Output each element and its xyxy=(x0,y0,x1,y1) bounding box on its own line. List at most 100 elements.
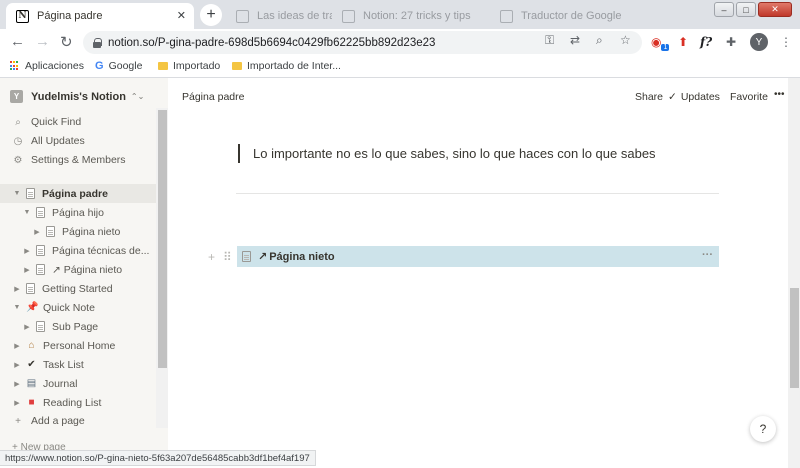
page-favicon-icon xyxy=(342,9,355,23)
sidebar-settings[interactable]: ⚙ Settings & Members xyxy=(12,154,126,166)
back-icon[interactable]: ← xyxy=(10,33,25,50)
browser-tab-strip: N Página padre ✕ + Las ideas de trabajo … xyxy=(0,0,800,29)
help-button[interactable]: ? xyxy=(750,416,776,442)
close-tab-icon[interactable]: ✕ xyxy=(177,9,186,22)
sidebar-page-tecnicas[interactable]: ▶ Página técnicas de... xyxy=(0,241,156,260)
profile-avatar[interactable]: Y xyxy=(750,33,768,51)
updates-button[interactable]: ✓ Updates xyxy=(668,91,720,103)
lock-icon xyxy=(93,38,102,48)
zoom-icon[interactable]: ⌕ xyxy=(596,33,603,48)
checkmark-icon: ✔ xyxy=(27,359,36,370)
sidebar-page-journal[interactable]: ▶ ▤ Journal xyxy=(0,374,156,393)
folder-icon xyxy=(158,62,168,70)
sidebar-add-page[interactable]: + Add a page xyxy=(12,415,85,427)
breadcrumb[interactable]: Página padre xyxy=(182,91,244,103)
expanded-triangle-icon[interactable]: ▼ xyxy=(12,190,22,197)
collapsed-triangle-icon[interactable]: ▶ xyxy=(12,380,22,388)
sidebar-scrollbar-thumb[interactable] xyxy=(158,110,167,368)
maximize-window-button[interactable]: □ xyxy=(736,2,756,17)
sidebar-page-label: Página padre xyxy=(42,187,108,200)
extension-badge-count: 1 xyxy=(661,44,670,52)
forward-icon[interactable]: → xyxy=(35,33,50,50)
bookmark-label: Aplicaciones xyxy=(25,60,84,72)
page-icon xyxy=(26,188,35,199)
notion-page: Página padre Share ✓ Updates Favorite ••… xyxy=(168,78,800,468)
page-scrollbar-track[interactable] xyxy=(788,78,800,468)
collapsed-triangle-icon[interactable]: ▶ xyxy=(32,228,42,236)
sidebar-page-task-list[interactable]: ▶ ✔ Task List xyxy=(0,355,156,374)
page-icon xyxy=(36,321,45,332)
divider-block xyxy=(236,193,719,194)
workspace-badge: Y xyxy=(10,90,23,103)
bookmark-google[interactable]: G Google xyxy=(95,60,142,72)
expanded-triangle-icon[interactable]: ▼ xyxy=(12,304,22,311)
sidebar-page-pagina-padre[interactable]: ▼ Página padre xyxy=(0,184,156,203)
extension-badge-icon[interactable]: ◉ 1 xyxy=(651,35,670,52)
page-favicon-icon xyxy=(500,9,513,23)
reload-icon[interactable]: ↻ xyxy=(60,33,73,51)
sidebar-page-pagina-nieto[interactable]: ▶ Página nieto xyxy=(0,222,156,241)
browser-toolbar: ← → ↻ notion.so/P-gina-padre-698d5b6694c… xyxy=(0,29,800,56)
bookmark-label: Google xyxy=(108,60,143,72)
add-block-icon[interactable]: + xyxy=(208,250,215,264)
extension-icon[interactable]: ⬆ xyxy=(678,35,688,49)
sidebar-page-reading-list[interactable]: ▶ ■ Reading List xyxy=(0,393,156,412)
clock-icon: ◷ xyxy=(13,135,23,147)
close-window-button[interactable]: ✕ xyxy=(758,2,792,17)
page-icon xyxy=(36,207,45,218)
collapsed-triangle-icon[interactable]: ▶ xyxy=(12,399,22,407)
drag-handle-icon[interactable]: ⠿ xyxy=(223,250,232,264)
page-topbar: Página padre Share ✓ Updates Favorite ••… xyxy=(168,78,788,116)
sidebar-page-label: Journal xyxy=(43,377,78,390)
house-icon: ⌂ xyxy=(28,340,35,351)
page-icon xyxy=(46,226,55,237)
translate-icon[interactable]: ⇄ xyxy=(570,33,580,47)
share-button[interactable]: Share xyxy=(635,91,663,103)
address-bar[interactable]: notion.so/P-gina-padre-698d5b6694c0429fb… xyxy=(83,31,642,54)
link-block-title: Página nieto xyxy=(269,250,335,263)
new-tab-button[interactable]: + xyxy=(200,4,222,26)
collapsed-triangle-icon[interactable]: ▶ xyxy=(12,285,22,293)
page-scrollbar-thumb[interactable] xyxy=(790,288,799,388)
block-more-icon[interactable]: ··· xyxy=(702,249,713,261)
sidebar-page-getting-started[interactable]: ▶ Getting Started xyxy=(0,279,156,298)
expanded-triangle-icon[interactable]: ▼ xyxy=(22,209,32,216)
collapsed-triangle-icon[interactable]: ▶ xyxy=(12,361,22,369)
tab-inactive-2[interactable]: Notion: 27 tricks y tips xyxy=(334,3,484,29)
bookmark-folder-importado[interactable]: Importado xyxy=(158,60,220,72)
more-options-icon[interactable]: ••• xyxy=(774,89,785,100)
link-to-page-block[interactable]: ↗ Página nieto ··· xyxy=(237,246,719,267)
quote-block[interactable]: Lo importante no es lo que sabes, sino l… xyxy=(253,146,656,161)
bookmarks-bar: Aplicaciones G Google Importado Importad… xyxy=(0,56,800,78)
sidebar-page-sub-page[interactable]: ▶ Sub Page xyxy=(0,317,156,336)
tab-pagina-padre[interactable]: N Página padre ✕ xyxy=(6,3,194,29)
puzzle-extensions-icon[interactable]: ✚ xyxy=(726,35,736,49)
collapsed-triangle-icon[interactable]: ▶ xyxy=(12,342,22,350)
key-icon[interactable]: ⚿ xyxy=(545,33,554,48)
sidebar-link-label: All Updates xyxy=(31,135,85,147)
sidebar-page-personal-home[interactable]: ▶ ⌂ Personal Home xyxy=(0,336,156,355)
bookmark-folder-importado-inter[interactable]: Importado de Inter... xyxy=(232,60,341,72)
tab-inactive-1[interactable]: Las ideas de trabajo xyxy=(228,3,332,29)
collapsed-triangle-icon[interactable]: ▶ xyxy=(22,323,32,331)
formula-extension-icon[interactable]: f? xyxy=(700,35,712,49)
checkmark-icon: ✓ xyxy=(668,91,677,103)
tab-inactive-3[interactable]: Traductor de Google xyxy=(492,3,642,29)
sidebar-page-link-nieto[interactable]: ▶ ↗ Página nieto xyxy=(0,260,156,279)
bookmark-label: Importado de Inter... xyxy=(247,60,341,72)
sidebar-quick-find[interactable]: ⌕ Quick Find xyxy=(12,116,81,128)
browser-menu-icon[interactable]: ⋮ xyxy=(780,35,792,49)
minimize-window-button[interactable]: – xyxy=(714,2,734,17)
collapsed-triangle-icon[interactable]: ▶ xyxy=(22,247,32,255)
gear-icon: ⚙ xyxy=(13,154,23,166)
sidebar-page-label: Personal Home xyxy=(43,339,116,352)
collapsed-triangle-icon[interactable]: ▶ xyxy=(22,266,32,274)
sidebar-page-pagina-hijo[interactable]: ▼ Página hijo xyxy=(0,203,156,222)
tab-title: Notion: 27 tricks y tips xyxy=(363,10,471,22)
bookmark-star-icon[interactable]: ☆ xyxy=(620,33,631,47)
sidebar-all-updates[interactable]: ◷ All Updates xyxy=(12,135,85,147)
bookmark-apps[interactable]: Aplicaciones xyxy=(10,60,84,72)
sidebar-page-quick-note[interactable]: ▼ 📌 Quick Note xyxy=(0,298,156,317)
workspace-switcher[interactable]: Y Yudelmis's Notion ⌃⌄ xyxy=(10,90,144,103)
favorite-button[interactable]: Favorite xyxy=(730,91,768,103)
